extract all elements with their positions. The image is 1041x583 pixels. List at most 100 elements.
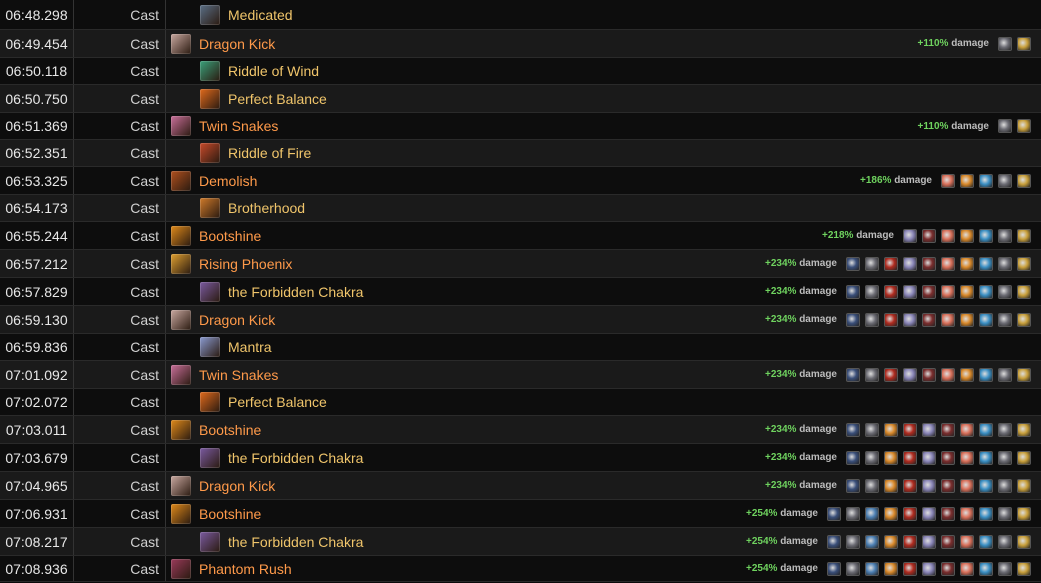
salmon-buff-icon[interactable] [941,173,955,188]
table-row[interactable]: 06:54.173 Cast Brotherhood [0,195,1041,222]
ability-name[interactable]: Rising Phoenix [199,256,292,272]
orange-buff-icon[interactable] [884,534,898,549]
lavender-buff-icon[interactable] [903,367,917,382]
ability-name[interactable]: Medicated [228,7,293,23]
orange-buff-icon[interactable] [884,561,898,576]
gray-buff-icon[interactable] [998,119,1012,133]
table-row[interactable]: 07:04.965 Cast Dragon Kick +234% damage [0,472,1041,500]
gold-buff-icon[interactable] [1017,173,1031,188]
gray-buff-icon[interactable] [846,561,860,576]
teal-buff-icon[interactable] [979,256,993,271]
table-row[interactable]: 06:57.212 Cast Rising Phoenix +234% damage [0,250,1041,278]
gray-buff-icon[interactable] [846,534,860,549]
gray-buff-icon[interactable] [998,534,1012,549]
maroon-buff-icon[interactable] [941,478,955,493]
table-row[interactable]: 07:01.092 Cast Twin Snakes +234% damage [0,361,1041,389]
orange-buff-icon[interactable] [960,228,974,243]
sky-buff-icon[interactable] [865,561,879,576]
blue-buff-icon[interactable] [846,367,860,382]
teal-buff-icon[interactable] [979,450,993,465]
gray-buff-icon[interactable] [998,36,1012,51]
ability-name[interactable]: Twin Snakes [199,367,278,383]
gray-buff-icon[interactable] [865,422,879,437]
gray-buff-icon[interactable] [998,312,1012,327]
gray-buff-icon[interactable] [846,506,860,521]
table-row[interactable]: 06:59.836 Cast Mantra [0,334,1041,361]
maroon-buff-icon[interactable] [941,422,955,437]
ability-name[interactable]: the Forbidden Chakra [228,534,363,550]
blue-buff-icon[interactable] [846,450,860,465]
ability-name[interactable]: Brotherhood [228,200,305,216]
salmon-buff-icon[interactable] [941,256,955,271]
gray-buff-icon[interactable] [865,312,879,327]
gray-buff-icon[interactable] [998,173,1012,188]
gray-buff-icon[interactable] [998,367,1012,382]
table-row[interactable]: 07:03.011 Cast Bootshine +234% damage [0,416,1041,444]
red-buff-icon[interactable] [903,422,917,437]
orange-buff-icon[interactable] [884,478,898,493]
teal-buff-icon[interactable] [979,478,993,493]
sky-buff-icon[interactable] [865,534,879,549]
gray-buff-icon[interactable] [998,228,1012,243]
table-row[interactable]: 07:06.931 Cast Bootshine +254% damage [0,500,1041,528]
blue-buff-icon[interactable] [846,422,860,437]
table-row[interactable]: 06:52.351 Cast Riddle of Fire [0,140,1041,167]
salmon-buff-icon[interactable] [960,561,974,576]
gold-buff-icon[interactable] [1017,284,1031,299]
maroon-buff-icon[interactable] [941,561,955,576]
maroon-buff-icon[interactable] [941,534,955,549]
red-buff-icon[interactable] [884,256,898,271]
ability-name[interactable]: Demolish [199,173,257,189]
ability-name[interactable]: Dragon Kick [199,36,275,52]
maroon-buff-icon[interactable] [922,256,936,271]
gold-buff-icon[interactable] [1017,367,1031,382]
maroon-buff-icon[interactable] [922,312,936,327]
blue-buff-icon[interactable] [827,561,841,576]
lavender-buff-icon[interactable] [922,450,936,465]
blue-buff-icon[interactable] [827,506,841,521]
ability-name[interactable]: Perfect Balance [228,394,327,410]
gold-buff-icon[interactable] [1017,534,1031,549]
table-row[interactable]: 06:48.298 Cast Medicated [0,0,1041,30]
table-row[interactable]: 06:51.369 Cast Twin Snakes +110% damage [0,113,1041,140]
ability-name[interactable]: Bootshine [199,422,261,438]
lavender-buff-icon[interactable] [922,506,936,521]
gold-buff-icon[interactable] [1017,422,1031,437]
salmon-buff-icon[interactable] [960,534,974,549]
gray-buff-icon[interactable] [998,561,1012,576]
ability-name[interactable]: Dragon Kick [199,312,275,328]
salmon-buff-icon[interactable] [941,284,955,299]
lavender-buff-icon[interactable] [922,478,936,493]
red-buff-icon[interactable] [903,506,917,521]
ability-name[interactable]: Twin Snakes [199,118,278,134]
salmon-buff-icon[interactable] [960,450,974,465]
maroon-buff-icon[interactable] [922,228,936,243]
lavender-buff-icon[interactable] [903,228,917,243]
ability-name[interactable]: the Forbidden Chakra [228,284,363,300]
orange-buff-icon[interactable] [960,367,974,382]
teal-buff-icon[interactable] [979,534,993,549]
red-buff-icon[interactable] [884,312,898,327]
maroon-buff-icon[interactable] [922,284,936,299]
table-row[interactable]: 07:08.217 Cast the Forbidden Chakra +254% d… [0,528,1041,556]
orange-buff-icon[interactable] [960,284,974,299]
gray-buff-icon[interactable] [998,256,1012,271]
ability-name[interactable]: Perfect Balance [228,91,327,107]
ability-name[interactable]: the Forbidden Chakra [228,450,363,466]
lavender-buff-icon[interactable] [922,422,936,437]
salmon-buff-icon[interactable] [960,422,974,437]
sky-buff-icon[interactable] [865,506,879,521]
red-buff-icon[interactable] [903,478,917,493]
red-buff-icon[interactable] [903,450,917,465]
table-row[interactable]: 06:53.325 Cast Demolish +186% damage [0,167,1041,195]
red-buff-icon[interactable] [903,534,917,549]
lavender-buff-icon[interactable] [903,312,917,327]
gray-buff-icon[interactable] [998,478,1012,493]
blue-buff-icon[interactable] [827,534,841,549]
gold-buff-icon[interactable] [1017,506,1031,521]
teal-buff-icon[interactable] [979,312,993,327]
maroon-buff-icon[interactable] [941,506,955,521]
gold-buff-icon[interactable] [1017,478,1031,493]
table-row[interactable]: 07:08.936 Cast Phantom Rush +254% damage [0,556,1041,582]
table-row[interactable]: 07:02.072 Cast Perfect Balance [0,389,1041,416]
